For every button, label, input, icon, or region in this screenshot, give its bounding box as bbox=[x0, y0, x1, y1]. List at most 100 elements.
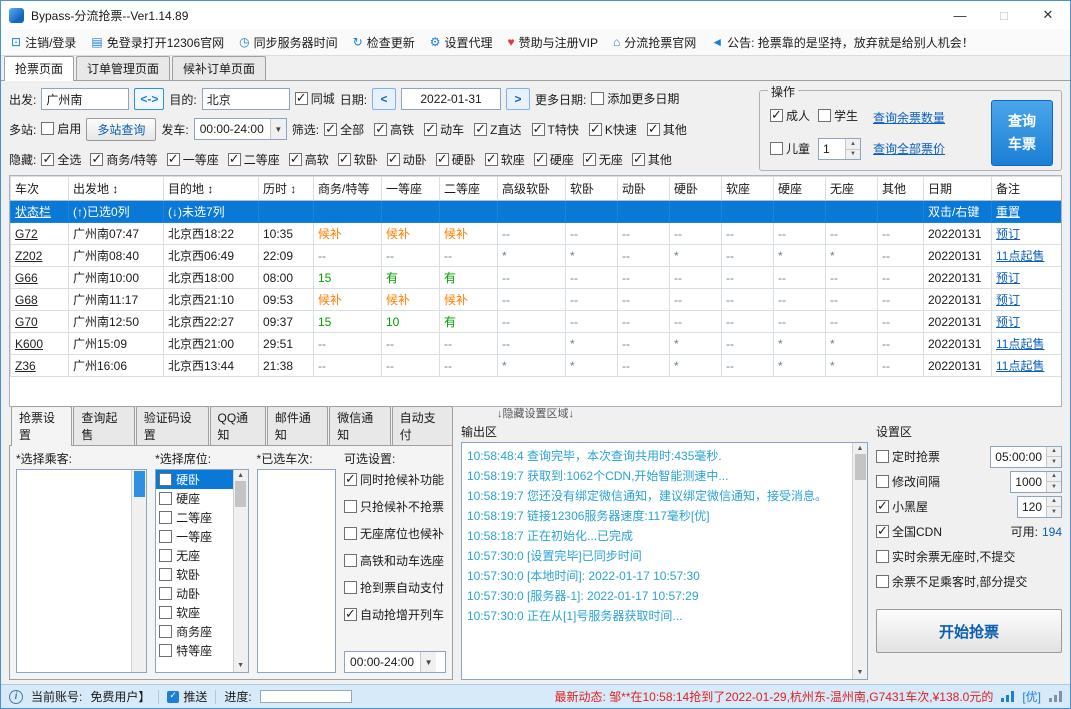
seat-item[interactable]: 软卧 bbox=[156, 565, 232, 584]
column-header[interactable]: 硬座 bbox=[773, 176, 826, 201]
setting-checkbox[interactable]: 小黑屋 bbox=[876, 498, 928, 515]
grab-option-checkbox[interactable]: 高铁和动车选座 bbox=[344, 552, 446, 569]
add-more-dates-checkbox[interactable]: 添加更多日期 bbox=[591, 90, 679, 107]
train-type-filter-checkbox[interactable]: 高铁 bbox=[374, 121, 414, 138]
menu-logout-login[interactable]: ⊡ 注销/登录 bbox=[11, 34, 76, 51]
scrollbar-thumb[interactable] bbox=[133, 471, 145, 497]
grab-time-range-select[interactable]: 00:00-24:00 ▼ bbox=[344, 651, 447, 673]
multi-station-query-button[interactable]: 多站查询 bbox=[86, 117, 157, 141]
column-header[interactable]: 出发地 ↕ bbox=[68, 176, 164, 201]
grab-option-checkbox[interactable]: 同时抢候补功能 bbox=[344, 471, 446, 488]
spinner-up-icon[interactable]: ▲ bbox=[1047, 496, 1061, 506]
depart-station-input[interactable] bbox=[41, 88, 130, 110]
swap-stations-button[interactable]: <-> bbox=[134, 88, 165, 110]
scroll-up-icon[interactable]: ▲ bbox=[857, 444, 864, 454]
passenger-list[interactable] bbox=[16, 469, 148, 673]
column-header[interactable]: 目的地 ↕ bbox=[163, 176, 259, 201]
next-date-button[interactable]: > bbox=[506, 88, 531, 110]
seat-item[interactable]: 硬座 bbox=[156, 489, 232, 508]
hide-column-checkbox[interactable]: 软卧 bbox=[337, 151, 378, 168]
column-header[interactable]: 历时 ↕ bbox=[258, 176, 314, 201]
tab-auto-pay[interactable]: 自动支付 bbox=[391, 406, 454, 445]
dest-station-input[interactable] bbox=[201, 88, 290, 110]
hide-column-checkbox[interactable]: 一等座 bbox=[166, 151, 219, 168]
hide-column-checkbox[interactable]: 高软 bbox=[288, 151, 329, 168]
menu-sync-server-time[interactable]: ◷ 同步服务器时间 bbox=[239, 34, 338, 51]
train-type-filter-checkbox[interactable]: 全部 bbox=[324, 121, 364, 138]
spinner-up-icon[interactable]: ▲ bbox=[1047, 471, 1061, 481]
scroll-up-icon[interactable]: ▲ bbox=[237, 471, 244, 481]
seat-item[interactable]: 一等座 bbox=[156, 527, 232, 546]
spinner-down-icon[interactable]: ▼ bbox=[846, 148, 861, 159]
student-checkbox[interactable]: 学生 bbox=[818, 107, 858, 124]
train-row[interactable]: G72 广州南07:47 北京西18:22 10:35 候补 候补 候补 -- -- -- -- --… bbox=[10, 222, 1061, 245]
train-type-filter-checkbox[interactable]: 其他 bbox=[646, 121, 687, 138]
hide-column-checkbox[interactable]: 硬座 bbox=[533, 151, 574, 168]
start-grab-button[interactable]: 开始抢票 bbox=[876, 609, 1062, 653]
seat-item[interactable]: 无座 bbox=[156, 546, 232, 565]
seat-item[interactable]: 特等座 bbox=[156, 641, 232, 660]
status-row[interactable]: 状态栏 (↑)已选0列 (↓)未选7列 双击/右键 重置 bbox=[10, 200, 1061, 223]
tab-order-manage-page[interactable]: 订单管理页面 bbox=[76, 56, 171, 80]
tab-email-notify[interactable]: 邮件通知 bbox=[266, 406, 329, 445]
hide-column-checkbox[interactable]: 无座 bbox=[582, 151, 623, 168]
scrollbar-thumb[interactable] bbox=[235, 481, 247, 507]
hide-column-checkbox[interactable]: 二等座 bbox=[227, 151, 280, 168]
depart-time-select[interactable]: 00:00-24:00 ▼ bbox=[193, 118, 287, 140]
setting-checkbox[interactable]: 定时抢票 bbox=[876, 448, 940, 465]
scroll-down-icon[interactable]: ▼ bbox=[237, 661, 244, 671]
spinner-down-icon[interactable]: ▼ bbox=[1047, 456, 1061, 467]
setting-checkbox[interactable]: 全国CDN bbox=[876, 523, 942, 540]
child-checkbox[interactable]: 儿童 bbox=[770, 140, 810, 157]
hide-column-checkbox[interactable]: 其他 bbox=[631, 151, 672, 168]
query-all-prices-link[interactable]: 查询全部票价 bbox=[873, 140, 945, 157]
hide-column-checkbox[interactable]: 动卧 bbox=[386, 151, 427, 168]
menu-open-12306-site[interactable]: ▤ 免登录打开12306官网 bbox=[91, 34, 224, 51]
date-input[interactable] bbox=[401, 88, 502, 110]
setting-checkbox[interactable]: 修改间隔 bbox=[876, 473, 940, 490]
setting-checkbox[interactable]: 实时余票无座时,不提交 bbox=[876, 548, 1015, 565]
menu-check-update[interactable]: ↻ 检查更新 bbox=[353, 34, 415, 51]
column-header[interactable]: 备注 bbox=[991, 176, 1061, 201]
output-log[interactable]: 10:58:48:4 查询完毕，本次查询共用时:435毫秒. 10:58:19:7… bbox=[461, 442, 868, 680]
train-row[interactable]: G66 广州南10:00 北京西18:00 08:00 15 有有 -- -- -- -- -- --… bbox=[10, 266, 1061, 289]
train-row[interactable]: G68 广州南11:17 北京西21:10 09:53 候补 候补 候补 -- -- -- -- --… bbox=[10, 288, 1061, 311]
adult-checkbox[interactable]: 成人 bbox=[770, 107, 810, 124]
column-header[interactable]: 动卧 bbox=[617, 176, 670, 201]
spinner-down-icon[interactable]: ▼ bbox=[1047, 506, 1061, 517]
minimize-button[interactable]: — bbox=[938, 1, 982, 29]
query-remaining-tickets-link[interactable]: 查询余票数量 bbox=[873, 109, 945, 126]
seat-list[interactable]: 硬卧 硬座 二等座 一等座 无座 软卧 动卧 软座 商务座 特等座 ▲ ▼ bbox=[155, 469, 249, 673]
grab-option-checkbox[interactable]: 无座席位也候补 bbox=[344, 525, 446, 542]
selected-trains-list[interactable] bbox=[256, 469, 337, 673]
seat-item[interactable]: 软座 bbox=[156, 603, 232, 622]
tab-wechat-notify[interactable]: 微信通知 bbox=[329, 406, 391, 445]
seat-list-scrollbar[interactable]: ▲ ▼ bbox=[232, 470, 248, 672]
spinner-up-icon[interactable]: ▲ bbox=[1047, 446, 1061, 456]
setting-spinner[interactable]: 1000 ▲ ▼ bbox=[1010, 470, 1062, 493]
menu-official-site[interactable]: ⌂ 分流抢票官网 bbox=[613, 34, 696, 51]
tab-qq-notify[interactable]: QQ通知 bbox=[209, 406, 266, 445]
hide-column-checkbox[interactable]: 全选 bbox=[41, 151, 81, 168]
grab-option-checkbox[interactable]: 只抢候补不抢票 bbox=[344, 498, 446, 515]
train-type-filter-checkbox[interactable]: K快速 bbox=[588, 121, 637, 138]
train-type-filter-checkbox[interactable]: Z直达 bbox=[474, 121, 522, 138]
train-type-filter-checkbox[interactable]: T特快 bbox=[531, 121, 579, 138]
seat-item[interactable]: 商务座 bbox=[156, 622, 232, 641]
menu-set-proxy[interactable]: ⚙ 设置代理 bbox=[430, 34, 493, 51]
column-header[interactable]: 日期 bbox=[923, 176, 992, 201]
child-count-spinner[interactable]: 1 ▲ ▼ bbox=[818, 138, 862, 160]
hide-column-checkbox[interactable]: 商务/特等 bbox=[90, 151, 158, 168]
tab-waitlist-order-page[interactable]: 候补订单页面 bbox=[172, 56, 267, 80]
setting-checkbox[interactable]: 余票不足乘客时,部分提交 bbox=[876, 573, 1027, 590]
train-row[interactable]: K600 广州15:09 北京西21:00 29:51 -- -- -- -- * -- * -- * *… bbox=[10, 332, 1061, 355]
query-tickets-button[interactable]: 查询 车票 bbox=[991, 99, 1053, 166]
grab-option-checkbox[interactable]: 抢到票自动支付 bbox=[344, 579, 446, 596]
column-header[interactable]: 商务/特等 bbox=[313, 176, 382, 201]
menu-announcement[interactable]: ◄ 公告: 抢票靠的是坚持，放弃就是给别人机会！ bbox=[711, 34, 974, 51]
output-scrollbar[interactable]: ▲ ▼ bbox=[852, 443, 867, 679]
spinner-down-icon[interactable]: ▼ bbox=[1047, 481, 1061, 492]
same-city-checkbox[interactable]: 同城 bbox=[294, 90, 335, 107]
seat-item[interactable]: 二等座 bbox=[156, 508, 232, 527]
tab-grab-page[interactable]: 抢票页面 bbox=[4, 56, 75, 81]
